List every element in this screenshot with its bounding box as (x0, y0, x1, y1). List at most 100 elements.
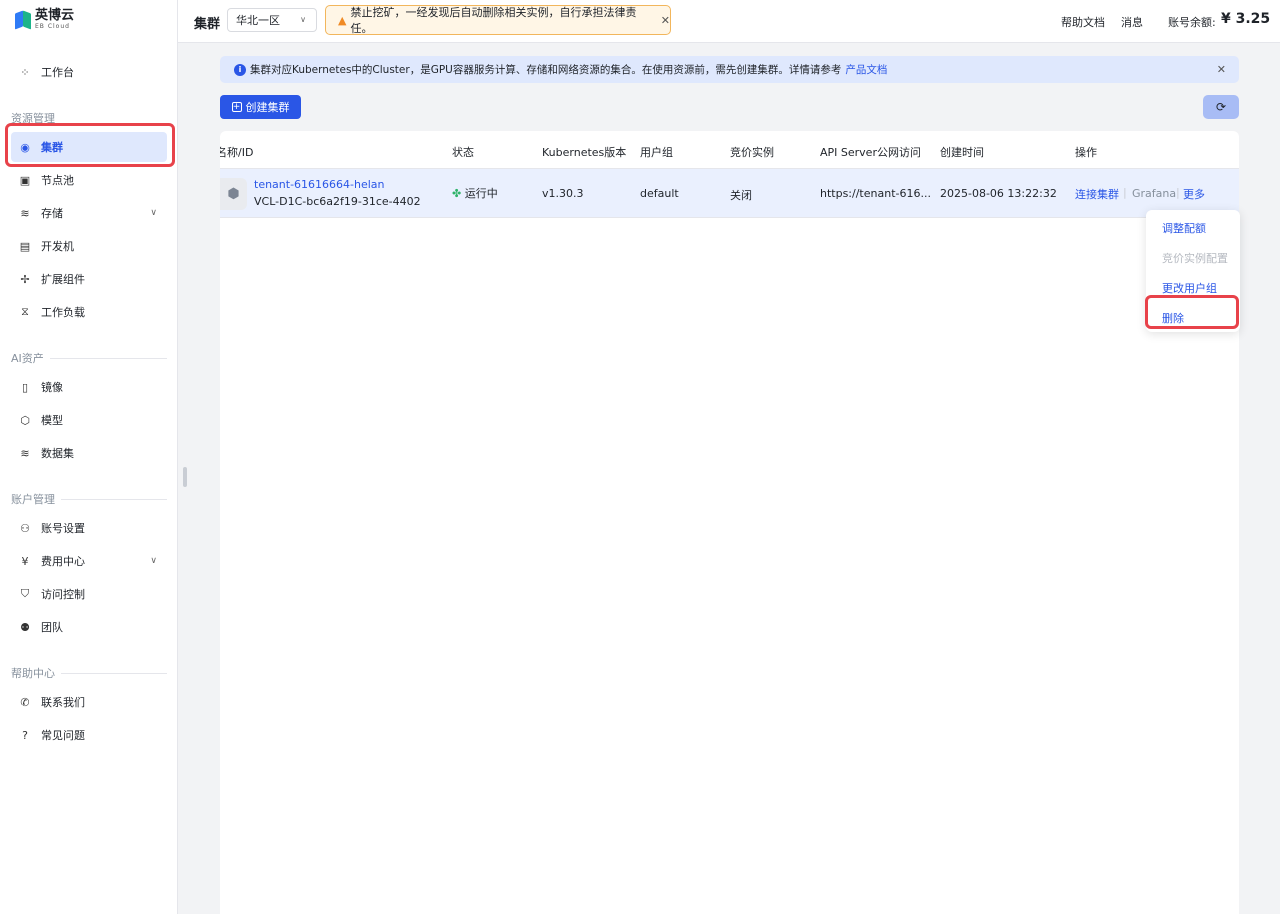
close-icon[interactable]: ✕ (661, 14, 670, 27)
create-cluster-label: 创建集群 (245, 101, 290, 114)
sidebar-item-faq[interactable]: ? 常见问题 (11, 720, 167, 750)
sidebar-item-node-pool[interactable]: ▣ 节点池 (11, 165, 167, 195)
cluster-id: VCL-D1C-bc6a2f19-31ce-4402 (254, 195, 421, 208)
sidebar-item-dataset[interactable]: ≋ 数据集 (11, 438, 167, 468)
product-docs-link[interactable]: 产品文档 (845, 62, 887, 77)
dataset-icon: ≋ (20, 446, 30, 460)
sidebar-item-label: 常见问题 (41, 729, 85, 742)
sidebar-item-label: 存储 (41, 207, 63, 220)
sidebar-item-label: 账号设置 (41, 522, 85, 535)
refresh-button[interactable]: ⟳ (1203, 95, 1239, 119)
spot-instance: 关闭 (730, 189, 752, 202)
sidebar-item-label: 扩展组件 (41, 273, 85, 286)
region-value: 华北一区 (236, 14, 280, 27)
sidebar-item-label: 开发机 (41, 240, 74, 253)
close-icon[interactable]: ✕ (1217, 63, 1226, 76)
highlight-delete (1145, 295, 1239, 329)
logo-icon (15, 10, 31, 30)
balance-value: ¥ 3.25 (1221, 11, 1271, 27)
node-pool-icon: ▣ (19, 173, 31, 187)
grid-icon: ⁘ (20, 65, 30, 79)
sidebar-item-label: 团队 (41, 621, 63, 634)
brand-logo[interactable]: 英博云 EB Cloud (15, 9, 74, 30)
sidebar-item-label: 节点池 (41, 174, 74, 187)
info-text: 集群对应Kubernetes中的Cluster，是GPU容器服务计算、存储和网络… (250, 64, 842, 76)
sidebar-resize-handle[interactable] (183, 467, 187, 487)
sidebar-item-billing[interactable]: ¥ 费用中心 ∨ (11, 546, 167, 576)
sidebar-item-label: 访问控制 (41, 588, 85, 601)
database-icon: ≋ (20, 206, 30, 220)
menu-item-adjust-quota[interactable]: 调整配额 (1162, 220, 1206, 236)
menu-item-change-user-group[interactable]: 更改用户组 (1162, 280, 1217, 296)
phone-icon: ✆ (20, 695, 30, 709)
section-account: 账户管理 (11, 491, 167, 507)
brand-name: 英博云 (35, 8, 75, 23)
sidebar-item-contact[interactable]: ✆ 联系我们 (11, 687, 167, 717)
sidebar-item-model[interactable]: ⬡ 模型 (11, 405, 167, 435)
sidebar-item-label: 模型 (41, 414, 63, 427)
sidebar-item-extensions[interactable]: ✢ 扩展组件 (11, 264, 167, 294)
section-ai: AI资产 (11, 350, 167, 366)
sidebar-item-workload[interactable]: ⧖ 工作负载 (11, 297, 167, 327)
column-header-status: 状态 (452, 146, 474, 159)
cube-icon: ⬡ (20, 413, 30, 427)
dev-machine-icon: ▤ (19, 239, 31, 253)
chevron-down-icon: ∨ (150, 208, 157, 218)
sidebar-item-label: 数据集 (41, 447, 74, 460)
more-link[interactable]: 更多 (1183, 186, 1205, 202)
region-select[interactable]: 华北一区 ∨ (227, 8, 317, 32)
action-divider: | (1176, 186, 1180, 199)
status-text: 运行中 (464, 187, 498, 200)
create-cluster-button[interactable]: + 创建集群 (220, 95, 301, 119)
chevron-down-icon: ∨ (300, 15, 306, 24)
connect-cluster-link[interactable]: 连接集群 (1075, 186, 1119, 202)
column-header-k8s-version: Kubernetes版本 (542, 146, 627, 159)
help-docs-link[interactable]: 帮助文档 (1061, 14, 1105, 30)
sidebar-item-account-settings[interactable]: ⚇ 账号设置 (11, 513, 167, 543)
balance-label: 账号余额: (1168, 16, 1216, 29)
sidebar-item-workbench[interactable]: ⁘ 工作台 (11, 57, 167, 87)
user-group: default (640, 187, 679, 200)
team-icon: ⚉ (20, 620, 30, 634)
sidebar-item-team[interactable]: ⚉ 团队 (11, 612, 167, 642)
top-header: 集群 华北一区 ∨ ▲ 禁止挖矿，一经发现后自动删除相关实例，自行承担法律责任。… (178, 0, 1280, 43)
running-icon: ✤ (452, 187, 462, 200)
column-header-actions: 操作 (1075, 146, 1097, 159)
puzzle-icon: ✢ (20, 272, 30, 286)
sidebar-item-label: 费用中心 (41, 555, 85, 568)
cluster-table: 名称/ID 状态 Kubernetes版本 用户组 竞价实例 API Serve… (220, 131, 1239, 914)
k8s-version: v1.30.3 (542, 187, 584, 200)
question-icon: ? (22, 728, 28, 742)
column-header-user-group: 用户组 (640, 146, 673, 159)
sidebar-item-access-control[interactable]: ⛉ 访问控制 (11, 579, 167, 609)
highlight-cluster (5, 123, 175, 167)
info-icon: i (234, 63, 246, 76)
sidebar-item-mirror[interactable]: ▯ 镜像 (11, 372, 167, 402)
hourglass-icon: ⧖ (21, 305, 29, 318)
column-header-spot: 竞价实例 (730, 146, 774, 159)
sidebar-item-label: 工作负载 (41, 306, 85, 319)
billing-icon: ¥ (21, 554, 29, 568)
messages-link[interactable]: 消息 (1121, 14, 1143, 30)
sidebar-item-storage[interactable]: ≋ 存储 ∨ (11, 198, 167, 228)
warning-banner: ▲ 禁止挖矿，一经发现后自动删除相关实例，自行承担法律责任。 ✕ (325, 5, 671, 35)
column-header-name: 名称/ID (220, 146, 254, 159)
cluster-name-link[interactable]: tenant-61616664-helan (254, 178, 385, 191)
section-help: 帮助中心 (11, 665, 167, 681)
cluster-icon: ⬢ (220, 178, 247, 210)
user-icon: ⚇ (20, 521, 30, 535)
menu-item-spot-config: 竞价实例配置 (1162, 252, 1228, 265)
status-badge: ✤ 运行中 (452, 185, 498, 201)
warning-icon: ▲ (338, 13, 347, 27)
sidebar-item-label: 联系我们 (41, 696, 85, 709)
api-server-url: https://tenant-616... (820, 187, 931, 200)
sidebar-item-dev-machine[interactable]: ▤ 开发机 (11, 231, 167, 261)
brand-name-en: EB Cloud (35, 23, 70, 30)
chevron-down-icon: ∨ (150, 556, 157, 566)
column-header-api-server: API Server公网访问 (820, 146, 921, 159)
warning-text: 禁止挖矿，一经发现后自动删除相关实例，自行承担法律责任。 (350, 6, 637, 35)
grafana-link[interactable]: Grafana (1132, 187, 1176, 200)
action-divider: | (1123, 186, 1127, 199)
sidebar-item-label: 镜像 (41, 381, 63, 394)
refresh-icon: ⟳ (1215, 100, 1227, 114)
